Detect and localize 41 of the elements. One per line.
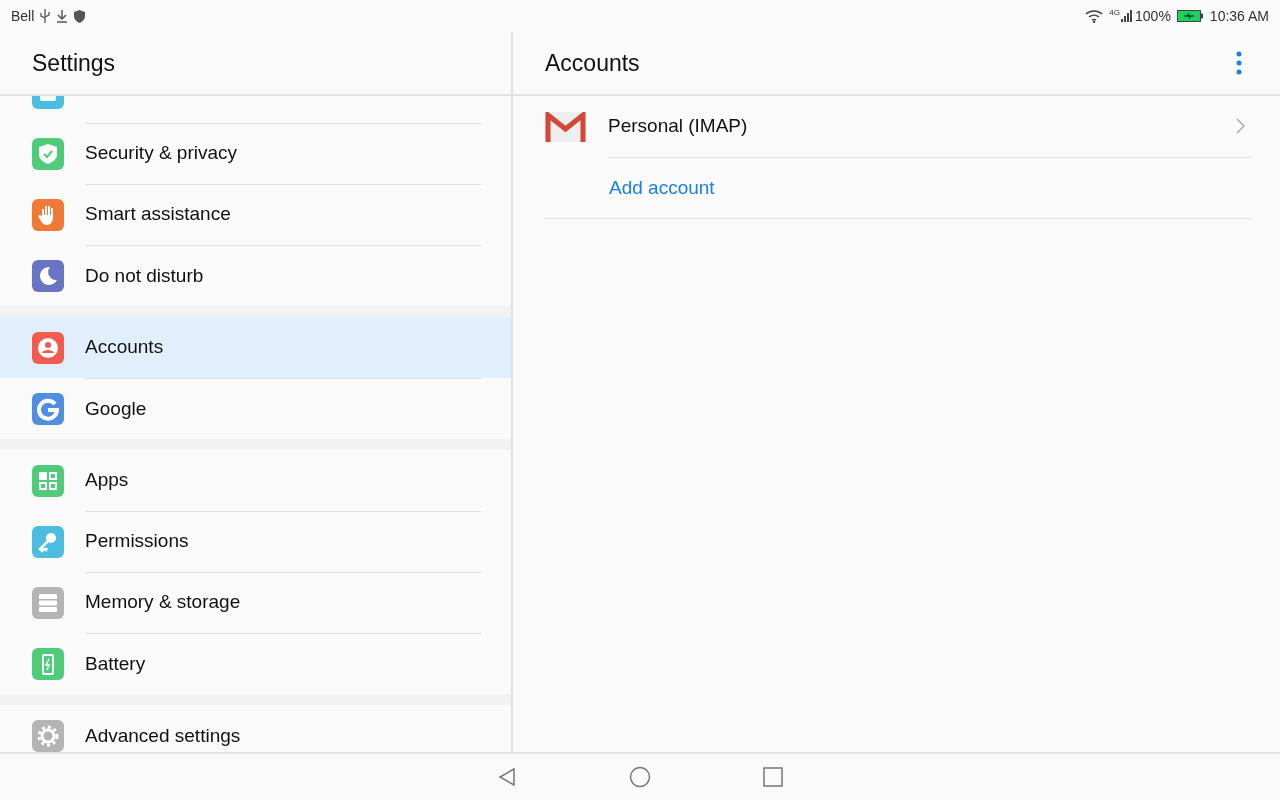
mail-envelope-icon [545, 111, 586, 142]
settings-item-label: Accounts [85, 336, 164, 358]
chevron-right-icon [1236, 118, 1245, 134]
download-icon [56, 9, 69, 23]
network-type: 4G [1109, 8, 1121, 17]
accounts-title: Accounts [545, 49, 641, 77]
settings-item[interactable]: Battery [0, 633, 511, 694]
back-icon[interactable] [497, 767, 517, 787]
settings-item[interactable]: Advanced settings [0, 705, 511, 752]
shield-icon [74, 9, 86, 23]
settings-item-label: Battery [85, 652, 146, 675]
carrier: Bell [11, 8, 35, 24]
settings-item-label: Advanced settings [85, 724, 241, 747]
settings-item[interactable]: Memory & storage [0, 572, 511, 633]
account-row[interactable]: Personal (IMAP) [545, 96, 1250, 157]
add-account-link[interactable]: Add account [609, 176, 715, 199]
settings-item-label: Do not disturb [85, 264, 204, 287]
account-name: Personal (IMAP) [608, 115, 748, 137]
recents-icon[interactable] [763, 767, 783, 787]
home-icon[interactable] [629, 766, 651, 788]
settings-item-label: Smart assistance [85, 203, 231, 225]
settings-item-label: Security & privacy [85, 142, 238, 164]
settings-item[interactable]: Accounts [0, 317, 511, 378]
settings-item[interactable]: Google [0, 378, 511, 439]
signal-icon [1121, 10, 1134, 22]
settings-item-label: Permissions [85, 530, 189, 552]
settings-item-label: Memory & storage [85, 591, 241, 613]
more-options-icon[interactable] [1236, 51, 1242, 75]
settings-item-label: Apps [85, 469, 129, 491]
settings-item[interactable]: Do not disturb [0, 245, 511, 306]
settings-item[interactable]: Smart assistance [0, 184, 511, 245]
settings-item[interactable]: Apps [0, 450, 511, 511]
battery-icon [1176, 10, 1204, 22]
battery-percent: 100% [1135, 8, 1171, 24]
usb-icon [40, 9, 51, 23]
settings-item-label: Google [85, 397, 147, 420]
clock: 10:36 AM [1209, 8, 1269, 24]
wifi-icon [1085, 9, 1104, 23]
settings-title: Settings [32, 49, 116, 77]
settings-item[interactable]: Permissions [0, 511, 511, 572]
settings-item[interactable]: Security & privacy [0, 123, 511, 184]
